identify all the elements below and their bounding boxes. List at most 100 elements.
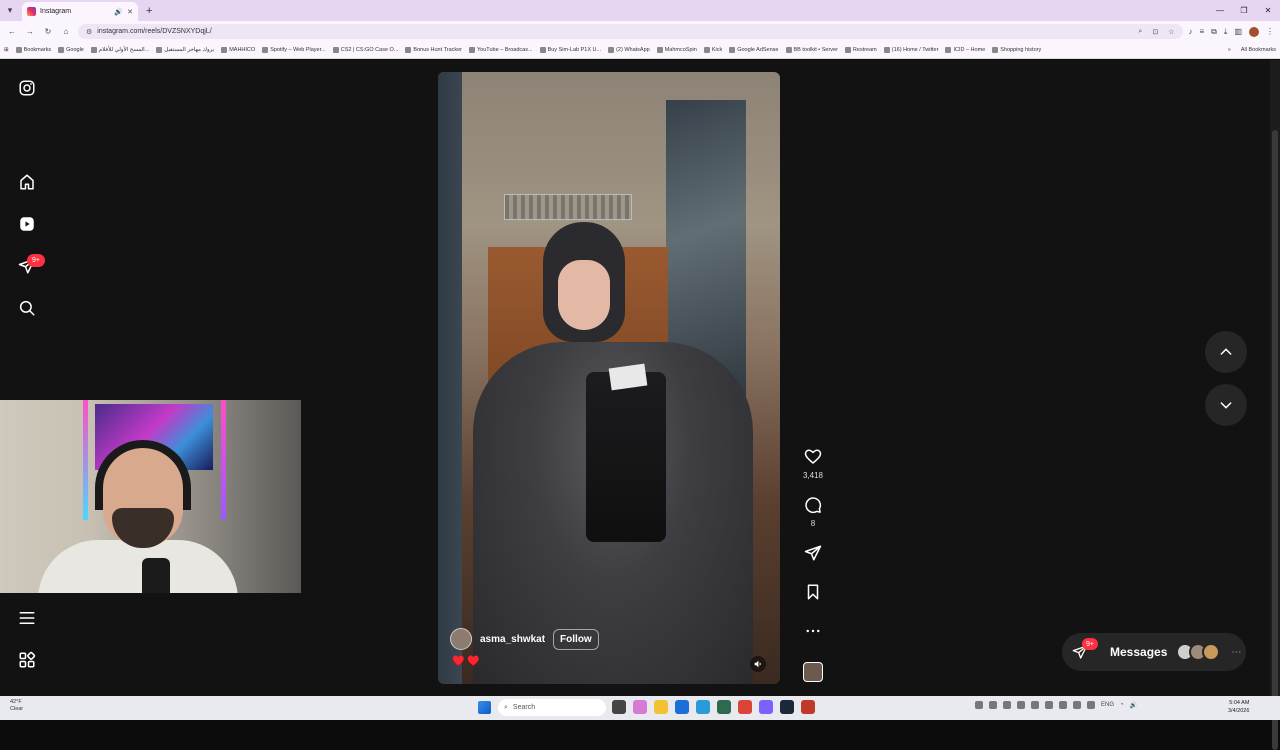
bookmark-item[interactable]: بروك مهاجر المستقبل <box>156 47 214 53</box>
tray-icon[interactable] <box>989 701 997 709</box>
tray-icon[interactable] <box>1003 701 1011 709</box>
bookmark-item[interactable]: Google <box>58 47 84 53</box>
search-icon[interactable] <box>17 298 37 318</box>
bookmark-item[interactable]: MAHHICO <box>221 47 255 53</box>
maximize-button[interactable]: ❐ <box>1232 0 1256 21</box>
side-panel-icon[interactable]: ▥ <box>1234 27 1242 36</box>
reels-icon[interactable] <box>17 214 37 234</box>
app-icon[interactable] <box>801 700 815 714</box>
tray-icon[interactable] <box>1045 701 1053 709</box>
bookmark-favicon-icon <box>469 47 476 53</box>
weather-widget[interactable]: 42°F Clear <box>10 699 23 713</box>
reel-caption[interactable]: ♥️ ♥️ <box>452 656 480 667</box>
bookmark-item[interactable]: Restream <box>844 47 877 53</box>
tray-icon[interactable] <box>1031 701 1039 709</box>
home-button[interactable]: ⌂ <box>60 27 72 36</box>
bookmark-item[interactable]: (16) Home / Twitter <box>883 47 938 53</box>
share-icon[interactable] <box>803 543 823 563</box>
tray-icon[interactable] <box>1073 701 1081 709</box>
more-icon[interactable] <box>803 621 823 641</box>
tab-groups-icon[interactable]: ≡ <box>1200 27 1205 36</box>
close-window-button[interactable]: ✕ <box>1256 0 1280 21</box>
extensions-icon[interactable]: ⧉ <box>1211 27 1217 37</box>
tab-search-icon[interactable]: ▾ <box>0 0 20 21</box>
page-scrollbar[interactable] <box>1270 60 1280 750</box>
reel-video[interactable]: asma_shwkat Follow ♥️ ♥️ <box>438 72 780 684</box>
bookmark-item[interactable]: BB toolkit • Server <box>785 47 838 53</box>
bookmark-favicon-icon <box>156 47 163 53</box>
steam-icon[interactable] <box>780 700 794 714</box>
tray-icon[interactable] <box>975 701 983 709</box>
discord-icon[interactable] <box>759 700 773 714</box>
reel-author-avatar[interactable] <box>450 628 472 650</box>
language-indicator[interactable]: ENG <box>1101 702 1114 708</box>
tray-icon[interactable] <box>1017 701 1025 709</box>
bookmark-item[interactable]: المسح الأولي للأفلام... <box>90 47 149 53</box>
home-icon[interactable] <box>17 172 37 192</box>
bookmark-item[interactable]: Bookmarks <box>15 47 51 53</box>
menu-icon[interactable] <box>17 608 37 628</box>
volume-icon[interactable]: 🔊 <box>1130 702 1137 709</box>
tab-close-icon[interactable]: ✕ <box>127 8 133 16</box>
bookmark-star-icon[interactable]: ☆ <box>1168 28 1174 36</box>
downloads-icon[interactable]: ⤓ <box>1224 27 1228 37</box>
bookmark-item[interactable]: (2) WhatsApp <box>608 47 650 53</box>
chrome-menu-icon[interactable]: ⋮ <box>1266 27 1274 36</box>
edge-icon[interactable] <box>696 700 710 714</box>
bookmark-item[interactable]: ICID – Home <box>945 47 985 53</box>
zoom-icon[interactable]: ⌕ <box>1138 28 1142 36</box>
copilot-icon[interactable] <box>633 700 647 714</box>
back-button[interactable]: ← <box>6 27 18 36</box>
comment-icon[interactable] <box>803 495 823 515</box>
messages-button[interactable]: 9+ Messages ⋯ <box>1062 633 1246 671</box>
meta-apps-icon[interactable] <box>17 650 37 670</box>
windows-start-icon[interactable] <box>478 701 491 714</box>
media-icon[interactable]: ♪ <box>1189 27 1193 36</box>
apps-icon[interactable]: ⊞ <box>4 47 9 53</box>
url-text[interactable]: instagram.com/reels/DVZSNXYDqjL/ <box>97 28 1128 35</box>
browser-tab-instagram[interactable]: Instagram 🔊 ✕ <box>22 2 138 21</box>
heart-icon[interactable] <box>803 447 823 467</box>
taskbar-search[interactable]: ⌕ Search <box>498 699 606 716</box>
instagram-logo-icon[interactable] <box>17 78 37 98</box>
taskbar-clock[interactable]: 5:04 AM 3/4/2026 <box>1228 699 1249 715</box>
profile-avatar[interactable] <box>1249 26 1259 37</box>
mute-icon[interactable] <box>750 656 766 672</box>
more-bookmarks-icon[interactable]: » <box>1228 47 1231 53</box>
next-reel-button[interactable] <box>1205 384 1247 426</box>
reel-author-username[interactable]: asma_shwkat <box>480 634 545 645</box>
tray-icon[interactable] <box>1059 701 1067 709</box>
bookmark-item[interactable]: Bonus Hunt Tracker <box>405 47 462 53</box>
reload-button[interactable]: ↻ <box>42 27 54 36</box>
bookmark-item[interactable]: MahmcoSpin <box>656 47 697 53</box>
bookmark-item[interactable]: CS2 | CS:GO Case O... <box>332 47 398 53</box>
tray-icon[interactable] <box>1087 701 1095 709</box>
site-info-icon[interactable]: ⚙ <box>86 28 92 36</box>
bookmark-item[interactable]: YouTube – Broadcas... <box>469 47 533 53</box>
bookmark-item[interactable]: Kick <box>703 47 722 53</box>
bookmark-item[interactable]: Buy Sim-Lab P1X U... <box>539 47 601 53</box>
file-explorer-icon[interactable] <box>654 700 668 714</box>
bookmark-icon[interactable] <box>803 582 823 602</box>
previous-reel-button[interactable] <box>1205 331 1247 373</box>
bookmark-favicon-icon <box>539 47 546 53</box>
chrome-icon[interactable] <box>738 700 752 714</box>
install-app-icon[interactable]: ⊡ <box>1152 28 1158 36</box>
minimize-button[interactable]: — <box>1208 0 1232 21</box>
store-icon[interactable] <box>675 700 689 714</box>
wifi-icon[interactable]: ◔ <box>1120 702 1124 708</box>
bookmark-item[interactable]: Google AdSense <box>729 47 779 53</box>
all-bookmarks-button[interactable]: All Bookmarks <box>1241 47 1276 53</box>
forward-button[interactable]: → <box>24 27 36 36</box>
new-tab-button[interactable]: + <box>146 5 152 17</box>
bookmark-item[interactable]: Shopping history <box>992 47 1041 53</box>
original-audio-thumbnail[interactable] <box>803 662 823 682</box>
bookmark-item[interactable]: Spotify – Web Player... <box>262 47 326 53</box>
reel-actions: 3,418 8 <box>800 60 826 696</box>
task-view-icon[interactable] <box>612 700 626 714</box>
excel-icon[interactable] <box>717 700 731 714</box>
follow-button[interactable]: Follow <box>553 628 599 650</box>
tab-audio-icon[interactable]: 🔊 <box>114 8 123 16</box>
scrollbar-thumb[interactable] <box>1272 130 1278 750</box>
address-bar[interactable]: ⚙ instagram.com/reels/DVZSNXYDqjL/ ⌕ ⊡ ☆ <box>78 24 1183 39</box>
